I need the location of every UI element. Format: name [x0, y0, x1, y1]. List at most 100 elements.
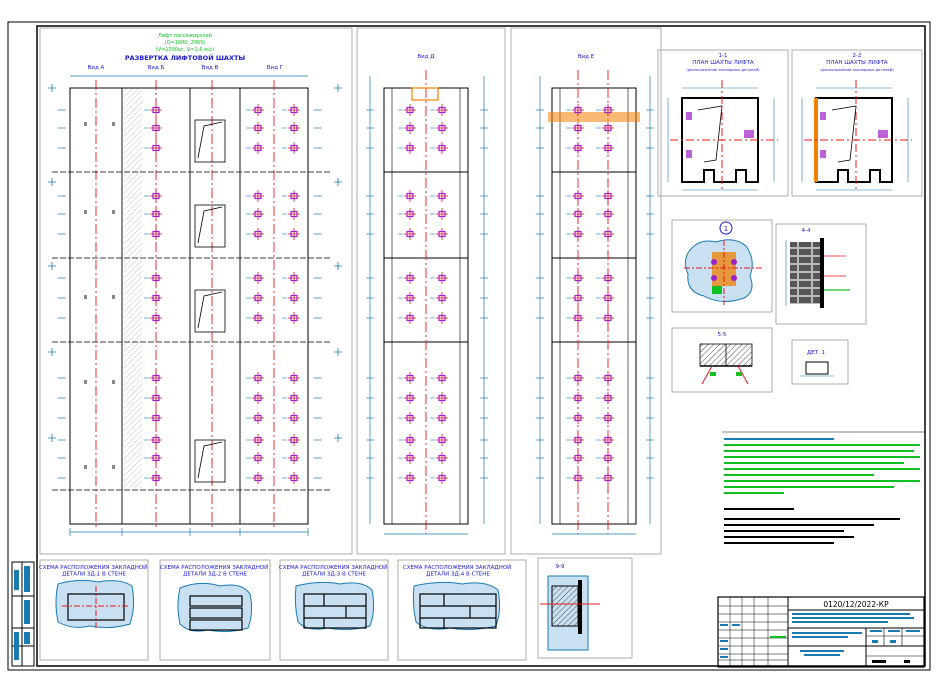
embed-marker	[596, 372, 614, 384]
panel-view-d: Вид Д	[356, 27, 506, 555]
embed-marker	[246, 104, 264, 116]
embed-marker	[144, 392, 162, 404]
view-b-label: Вид Б	[148, 65, 165, 71]
embed-marker	[144, 312, 162, 324]
embed-marker	[398, 472, 416, 484]
embed-marker	[144, 142, 162, 154]
embed-marker	[566, 142, 584, 154]
scheme-1-title: СХЕМА РАСПОЛОЖЕНИЯ ЗАКЛАДНОЙ ДЕТАЛИ ЗД-1…	[39, 564, 149, 578]
embed-marker	[246, 312, 264, 324]
note-line	[724, 444, 920, 446]
embed-marker	[430, 472, 448, 484]
embed-marker	[144, 372, 162, 384]
embed-marker	[566, 392, 584, 404]
scheme-zd-4: СХЕМА РАСПОЛОЖЕНИЯ ЗАКЛАДНОЙ ДЕТАЛИ ЗД-4…	[397, 559, 527, 661]
embed-marker	[596, 122, 614, 134]
embed-marker	[398, 434, 416, 446]
section-4-4: 4-4	[775, 223, 867, 325]
view-e-label: Вид Е	[578, 54, 595, 60]
embed-marker	[398, 122, 416, 134]
panel-view-e: Вид Е	[510, 27, 662, 555]
embed-marker	[430, 228, 448, 240]
scheme-2-title: СХЕМА РАСПОЛОЖЕНИЯ ЗАКЛАДНОЙ ДЕТАЛИ ЗД-2…	[160, 564, 270, 578]
embed-marker	[282, 472, 300, 484]
note-line	[724, 462, 904, 464]
embed-marker	[144, 104, 162, 116]
node-1-detail: 1	[671, 219, 773, 313]
det-title: ДЕТ. 1	[807, 350, 825, 356]
note-line	[724, 536, 854, 538]
embed-marker	[566, 272, 584, 284]
embed-marker	[430, 190, 448, 202]
embed-marker	[596, 272, 614, 284]
embed-marker	[398, 372, 416, 384]
embed-marker	[282, 434, 300, 446]
embed-marker	[566, 372, 584, 384]
scheme-4-line-2: ДЕТАЛИ ЗД-4 В СТЕНЕ	[426, 572, 490, 578]
embed-marker	[596, 434, 614, 446]
view-v-label: Вид В	[202, 65, 219, 71]
embed-marker	[246, 392, 264, 404]
view-a-label: Вид А	[88, 65, 105, 71]
note-line	[724, 518, 900, 520]
embed-marker	[144, 122, 162, 134]
embed-marker	[144, 190, 162, 202]
embed-marker	[398, 292, 416, 304]
embed-marker	[246, 292, 264, 304]
embed-marker	[596, 142, 614, 154]
scheme-3-line-2: ДЕТАЛИ ЗД-3 В СТЕНЕ	[302, 572, 366, 578]
embed-marker	[596, 228, 614, 240]
embed-marker	[566, 190, 584, 202]
embed-marker	[144, 452, 162, 464]
embed-marker	[144, 292, 162, 304]
embed-marker	[596, 208, 614, 220]
scheme-zd-3: СХЕМА РАСПОЛОЖЕНИЯ ЗАКЛАДНОЙ ДЕТАЛИ ЗД-3…	[279, 559, 389, 661]
note-line	[724, 456, 920, 458]
scheme-zd-1: СХЕМА РАСПОЛОЖЕНИЯ ЗАКЛАДНОЙ ДЕТАЛИ ЗД-1…	[39, 559, 149, 661]
embed-marker	[398, 142, 416, 154]
embed-marker	[144, 472, 162, 484]
plan-11-note: (расположение закладных деталей)	[686, 67, 760, 72]
embed-marker	[596, 472, 614, 484]
note-line	[724, 508, 794, 510]
embed-marker	[246, 472, 264, 484]
embed-marker	[144, 208, 162, 220]
embed-marker	[282, 292, 300, 304]
embed-marker	[246, 372, 264, 384]
embed-marker	[398, 312, 416, 324]
scheme-1-line-2: ДЕТАЛИ ЗД-1 В СТЕНЕ	[62, 572, 126, 578]
node-number: 1	[724, 225, 728, 233]
embed-marker	[246, 228, 264, 240]
embed-marker	[430, 434, 448, 446]
panel-development: Лифт пассажирский (Q=1000, 2065) (V=1000…	[39, 27, 353, 555]
development-title: РАЗВЕРТКА ЛИФТОВОЙ ШАХТЫ	[125, 53, 246, 62]
embed-marker	[144, 412, 162, 424]
embed-marker	[566, 228, 584, 240]
embed-marker	[430, 412, 448, 424]
embed-marker	[246, 412, 264, 424]
view-d-label: Вид Д	[417, 54, 435, 60]
section-44-title: 4-4	[802, 228, 811, 234]
embed-marker	[246, 452, 264, 464]
note-line	[724, 438, 834, 440]
embed-marker	[144, 272, 162, 284]
embed-marker	[398, 412, 416, 424]
embed-marker	[282, 452, 300, 464]
note-line	[724, 480, 920, 482]
embed-marker	[282, 122, 300, 134]
embed-marker	[430, 372, 448, 384]
embed-marker	[566, 434, 584, 446]
plan-11-sub: ПЛАН ШАХТЫ ЛИФТА	[692, 60, 754, 66]
embed-marker	[596, 392, 614, 404]
embed-marker	[246, 272, 264, 284]
embed-marker	[430, 122, 448, 134]
plan-22-title: 2-2	[853, 53, 862, 59]
scheme-1-line: СХЕМА РАСПОЛОЖЕНИЯ ЗАКЛАДНОЙ	[39, 564, 147, 571]
embed-marker	[282, 228, 300, 240]
note-line	[724, 468, 920, 470]
embed-marker	[282, 312, 300, 324]
note-line	[724, 524, 874, 526]
embed-marker	[398, 190, 416, 202]
embed-marker	[282, 392, 300, 404]
section-55-title: 5-5	[718, 332, 727, 338]
